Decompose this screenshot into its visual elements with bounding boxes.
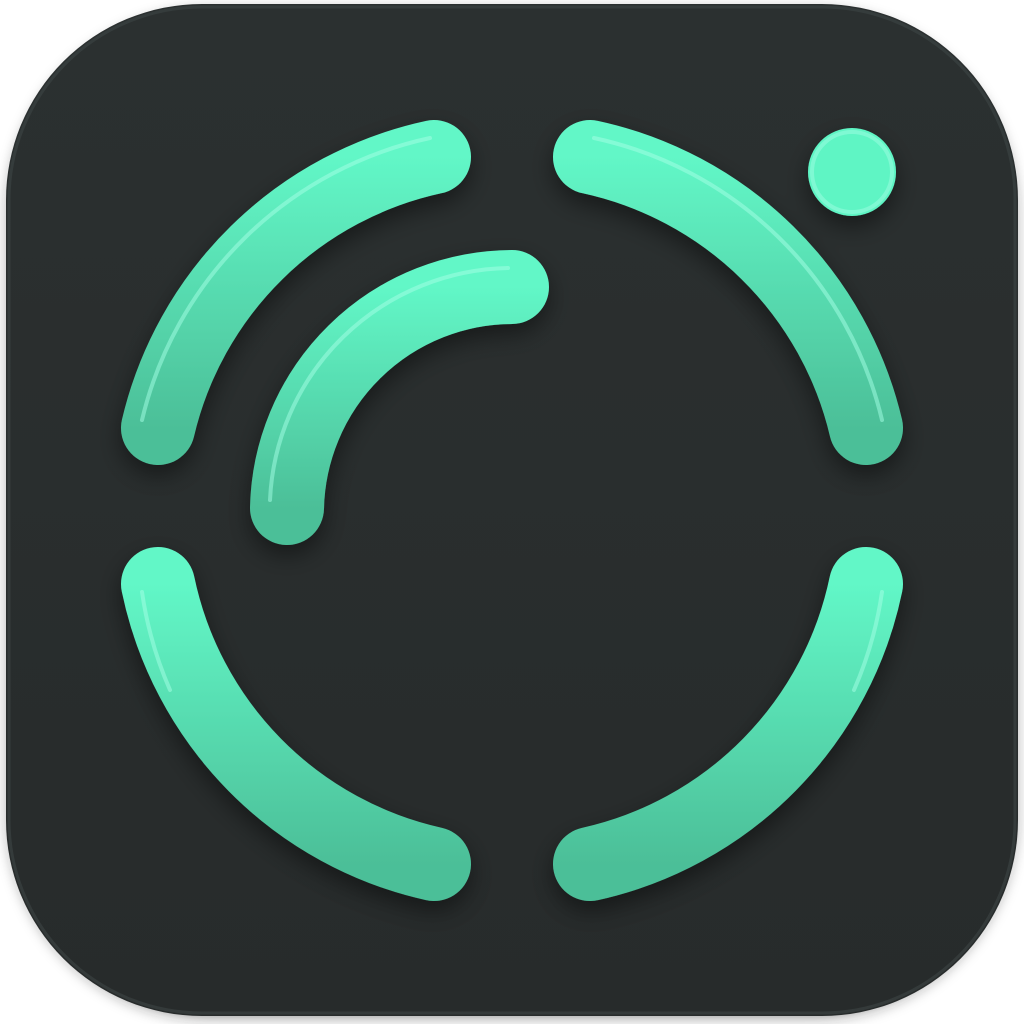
notification-dot [808, 128, 896, 216]
app-icon [0, 0, 1024, 1024]
app-icon-graphic [6, 4, 1018, 1016]
